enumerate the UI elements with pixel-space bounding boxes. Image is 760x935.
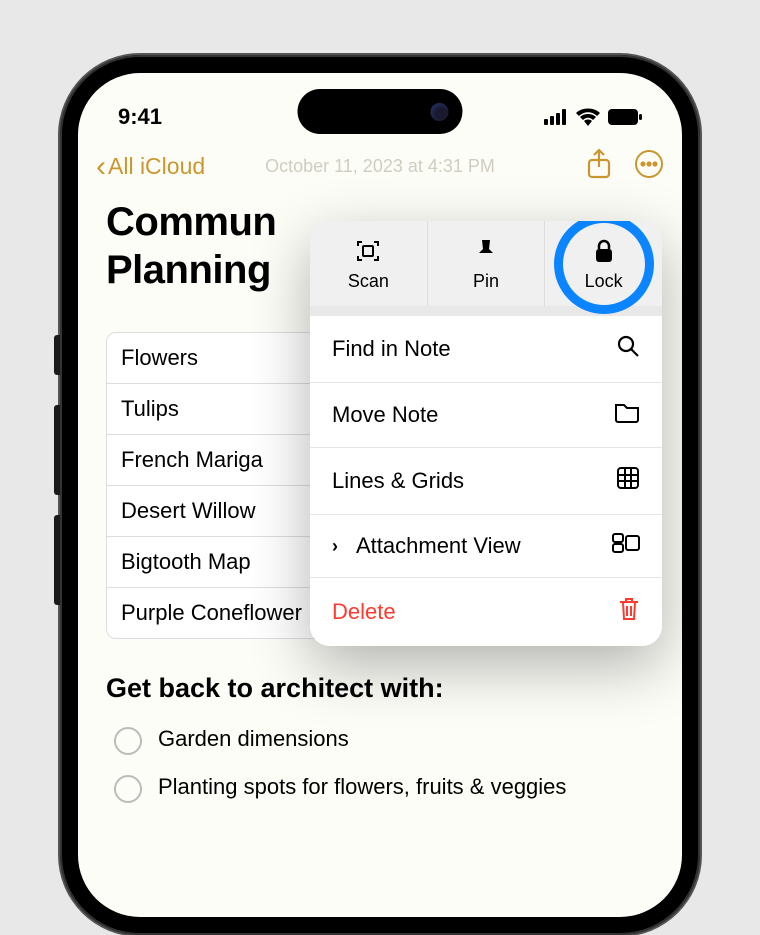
cellular-icon bbox=[544, 109, 568, 125]
search-icon bbox=[616, 334, 640, 364]
folder-icon bbox=[614, 401, 640, 429]
chevron-left-icon: ‹ bbox=[96, 152, 106, 182]
context-menu: Scan Pin Lock bbox=[310, 221, 662, 646]
lines-grids-item[interactable]: Lines & Grids bbox=[310, 448, 662, 515]
checklist-item[interactable]: Garden dimensions bbox=[106, 716, 654, 764]
checkbox[interactable] bbox=[114, 775, 142, 803]
scan-button[interactable]: Scan bbox=[310, 221, 428, 306]
attachments-icon bbox=[612, 533, 640, 559]
chevron-right-icon: › bbox=[332, 536, 346, 557]
back-button[interactable]: ‹ All iCloud bbox=[96, 152, 205, 182]
scan-icon bbox=[355, 239, 381, 263]
checklist: Garden dimensions Planting spots for flo… bbox=[106, 716, 654, 812]
screen: 9:41 ‹ All iCloud October 11, 2023 at 4:… bbox=[78, 73, 682, 917]
note-date: October 11, 2023 at 4:31 PM bbox=[265, 156, 495, 177]
move-note-item[interactable]: Move Note bbox=[310, 383, 662, 448]
nav-bar: ‹ All iCloud October 11, 2023 at 4:31 PM bbox=[78, 138, 682, 193]
pin-button[interactable]: Pin bbox=[428, 221, 546, 306]
camera bbox=[431, 103, 449, 121]
trash-icon bbox=[618, 596, 640, 628]
highlight-ring bbox=[554, 221, 654, 314]
more-button[interactable] bbox=[634, 149, 664, 184]
phone-frame: 9:41 ‹ All iCloud October 11, 2023 at 4:… bbox=[60, 55, 700, 935]
battery-icon bbox=[608, 109, 642, 125]
find-in-note-item[interactable]: Find in Note bbox=[310, 316, 662, 383]
wifi-icon bbox=[576, 108, 600, 126]
section-heading: Get back to architect with: bbox=[106, 673, 654, 704]
pin-icon bbox=[475, 239, 497, 263]
checkbox[interactable] bbox=[114, 727, 142, 755]
checklist-item[interactable]: Planting spots for flowers, fruits & veg… bbox=[106, 764, 654, 812]
grid-icon bbox=[616, 466, 640, 496]
back-label: All iCloud bbox=[108, 153, 205, 180]
share-button[interactable] bbox=[586, 148, 612, 185]
delete-item[interactable]: Delete bbox=[310, 578, 662, 646]
attachment-view-item[interactable]: › Attachment View bbox=[310, 515, 662, 578]
lock-button[interactable]: Lock bbox=[545, 221, 662, 306]
status-time: 9:41 bbox=[118, 104, 162, 130]
dynamic-island bbox=[298, 89, 463, 134]
lock-icon bbox=[594, 239, 614, 263]
